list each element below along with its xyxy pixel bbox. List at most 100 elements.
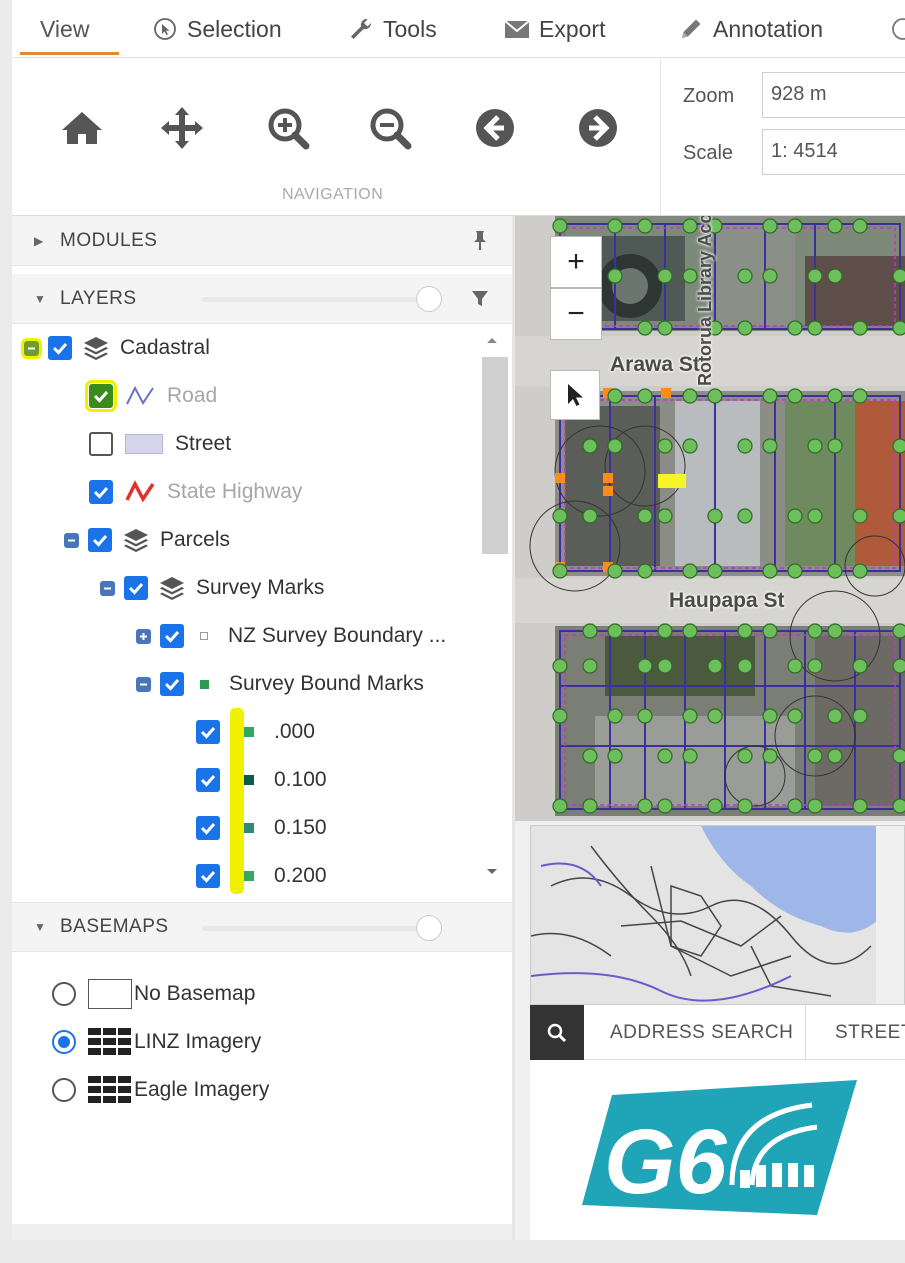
- basemap-none[interactable]: No Basemap: [52, 974, 255, 1014]
- caret-right-icon: ▶: [34, 233, 44, 248]
- map-select-tool-button[interactable]: [550, 370, 600, 420]
- scale-field[interactable]: 1: 4514: [762, 129, 905, 175]
- layer-label: Parcels: [160, 528, 231, 551]
- search-bar: ADDRESS SEARCH STREET: [530, 1005, 905, 1060]
- tab-selection[interactable]: Selection: [152, 0, 282, 58]
- layer-cadastral[interactable]: Cadastral: [21, 328, 210, 368]
- window-left-edge: [0, 0, 12, 1263]
- tab-label: Selection: [187, 15, 282, 42]
- overview-map[interactable]: [530, 825, 905, 1005]
- basemap-label: No Basemap: [134, 982, 256, 1005]
- tab-street-search[interactable]: STREET: [835, 1005, 905, 1060]
- layer-checkbox[interactable]: [48, 336, 72, 360]
- layer-class-0200[interactable]: 0.200: [196, 856, 327, 896]
- basemap-linz-imagery[interactable]: LINZ Imagery: [52, 1022, 261, 1062]
- search-button[interactable]: [530, 1005, 584, 1060]
- blank-basemap-icon: [88, 979, 132, 1009]
- polygon-symbol-icon: [125, 434, 163, 454]
- basemap-radio[interactable]: [52, 1078, 76, 1102]
- layer-checkbox[interactable]: [196, 864, 220, 888]
- highway-symbol-icon: [125, 480, 155, 503]
- basemap-opacity-slider[interactable]: [202, 915, 442, 941]
- navigation-group-label: NAVIGATION: [282, 186, 384, 203]
- layer-survey-marks[interactable]: Survey Marks: [100, 568, 324, 608]
- tab-overflow[interactable]: [890, 0, 905, 58]
- tab-annotation[interactable]: Annotation: [678, 0, 823, 58]
- slider-knob[interactable]: [416, 915, 442, 941]
- layer-checkbox[interactable]: [89, 480, 113, 504]
- layer-class-0100[interactable]: 0.100: [196, 760, 327, 800]
- modules-header[interactable]: ▶ MODULES: [12, 216, 512, 266]
- layer-checkbox[interactable]: [124, 576, 148, 600]
- layer-checkbox[interactable]: [88, 528, 112, 552]
- scroll-down-icon[interactable]: [484, 866, 500, 878]
- tab-export[interactable]: Export: [504, 0, 605, 58]
- slider-knob[interactable]: [416, 286, 442, 312]
- logo-text: G6: [604, 1111, 728, 1213]
- ribbon-divider: [660, 58, 661, 216]
- layer-parcels[interactable]: Parcels: [64, 520, 230, 560]
- layer-nz-survey-boundary[interactable]: NZ Survey Boundary ...: [136, 616, 446, 656]
- layer-checkbox[interactable]: [160, 672, 184, 696]
- layer-class-000[interactable]: .000: [196, 712, 315, 752]
- wrench-icon: [351, 18, 372, 39]
- home-button[interactable]: [52, 98, 112, 158]
- collapse-icon[interactable]: [136, 676, 151, 692]
- layer-checkbox[interactable]: [160, 624, 184, 648]
- tab-tools[interactable]: Tools: [348, 0, 437, 58]
- layer-label: NZ Survey Boundary ...: [228, 624, 447, 647]
- layer-label: 0.150: [274, 816, 327, 839]
- layer-label: 0.200: [274, 864, 327, 887]
- point-symbol-icon: [244, 727, 254, 737]
- basemap-label: LINZ Imagery: [134, 1030, 262, 1053]
- expand-icon[interactable]: [136, 628, 151, 644]
- scale-label: Scale: [683, 142, 734, 164]
- layer-label: Survey Marks: [196, 576, 325, 599]
- tab-view[interactable]: View: [20, 0, 120, 58]
- circle-icon: [892, 18, 905, 40]
- point-symbol-icon: [244, 775, 254, 785]
- back-button[interactable]: [465, 98, 525, 158]
- overview-imagery: [531, 826, 904, 1004]
- collapse-icon[interactable]: [64, 532, 79, 548]
- collapse-icon[interactable]: [100, 580, 115, 596]
- layer-checkbox[interactable]: [85, 380, 117, 412]
- layer-state-highway[interactable]: State Highway: [89, 472, 302, 512]
- basemap-eagle-imagery[interactable]: Eagle Imagery: [52, 1070, 269, 1110]
- map-label-haupapa: Haupapa St: [669, 589, 785, 612]
- forward-button[interactable]: [568, 98, 628, 158]
- zoom-field[interactable]: 928 m: [762, 72, 905, 118]
- zoom-out-button[interactable]: [360, 98, 420, 158]
- zoom-in-button[interactable]: [258, 98, 318, 158]
- layers-opacity-slider[interactable]: [202, 286, 442, 312]
- layer-checkbox[interactable]: [196, 768, 220, 792]
- layer-checkbox[interactable]: [89, 432, 113, 456]
- layer-road[interactable]: Road: [85, 376, 217, 416]
- map-zoom-in-button[interactable]: +: [550, 236, 602, 288]
- tab-label: View: [40, 15, 90, 42]
- caret-down-icon: ▼: [34, 291, 46, 306]
- pin-icon[interactable]: [470, 229, 490, 251]
- basemap-radio[interactable]: [52, 1030, 76, 1054]
- layers-title: LAYERS: [60, 287, 137, 309]
- layers-header[interactable]: ▼ LAYERS: [12, 274, 512, 324]
- layer-checkbox[interactable]: [196, 816, 220, 840]
- map-zoom-out-button[interactable]: −: [550, 288, 602, 340]
- side-panel: ▶ MODULES ▼ LAYERS Cadastral Road Street…: [12, 216, 512, 1240]
- scroll-up-icon[interactable]: [484, 334, 500, 346]
- pan-button[interactable]: [152, 98, 212, 158]
- tab-address-search[interactable]: ADDRESS SEARCH: [610, 1005, 793, 1060]
- basemaps-header[interactable]: ▼ BASEMAPS: [12, 902, 512, 952]
- basemap-radio[interactable]: [52, 982, 76, 1006]
- layer-class-0150[interactable]: 0.150: [196, 808, 327, 848]
- tab-label: Annotation: [713, 15, 823, 42]
- caret-down-icon: ▼: [34, 920, 46, 934]
- layer-checkbox[interactable]: [196, 720, 220, 744]
- cursor-circle-icon: [154, 18, 176, 40]
- layer-street[interactable]: Street: [89, 424, 231, 464]
- scrollbar-thumb[interactable]: [482, 357, 508, 554]
- filter-icon[interactable]: [470, 287, 490, 309]
- tab-label: Tools: [383, 15, 437, 42]
- collapse-icon[interactable]: [21, 337, 42, 359]
- layer-survey-bound-marks[interactable]: Survey Bound Marks: [136, 664, 424, 704]
